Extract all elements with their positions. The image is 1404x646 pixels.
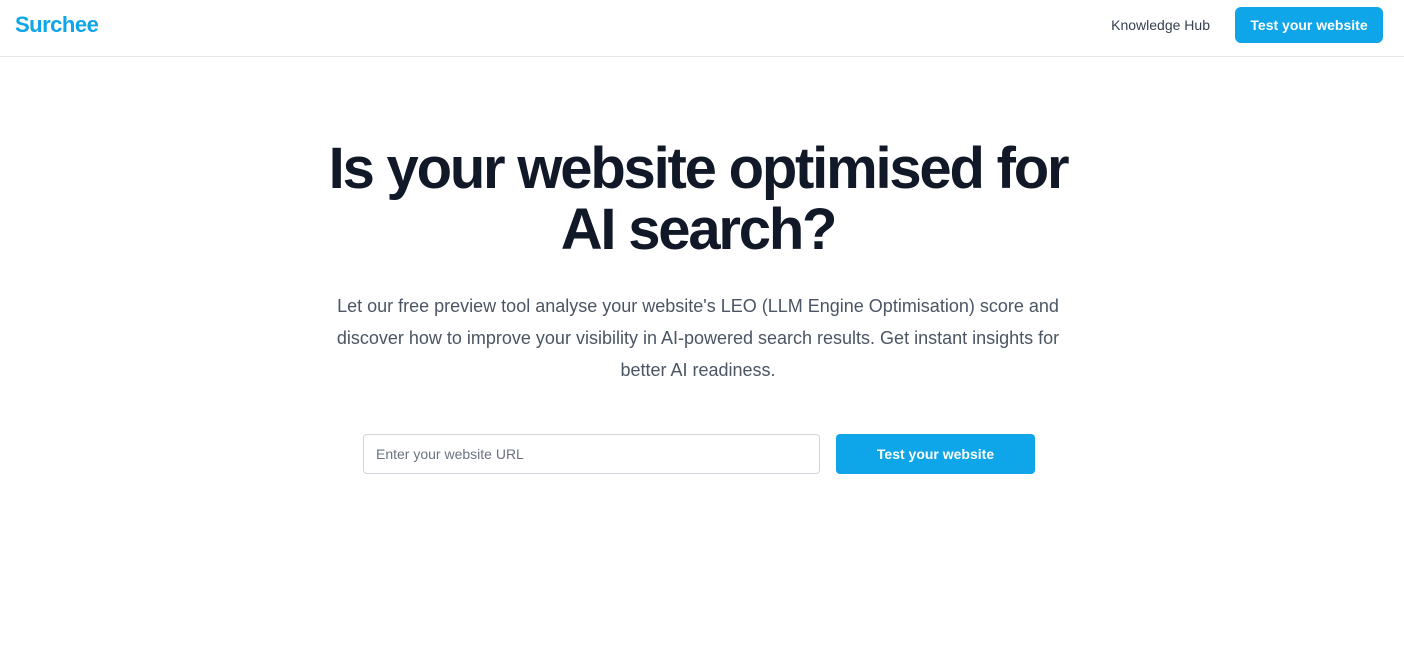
hero-title: Is your website optimised for AI search? <box>0 138 1396 260</box>
hero-subtitle: Let our free preview tool analyse your w… <box>336 296 1060 380</box>
url-form: Test your website <box>363 434 1035 474</box>
test-website-button[interactable]: Test your website <box>836 434 1035 474</box>
header-test-website-button[interactable]: Test your website <box>1235 7 1383 43</box>
website-url-input[interactable] <box>363 434 820 474</box>
logo[interactable]: Surchee <box>15 11 99 39</box>
nav-link-knowledge-hub[interactable]: Knowledge Hub <box>1111 16 1210 34</box>
hero-title-line-2: AI search? <box>560 197 838 262</box>
site-header: Surchee Knowledge Hub Test your website <box>0 0 1404 57</box>
hero-title-line-1: Is your website optimised for <box>328 136 1070 201</box>
